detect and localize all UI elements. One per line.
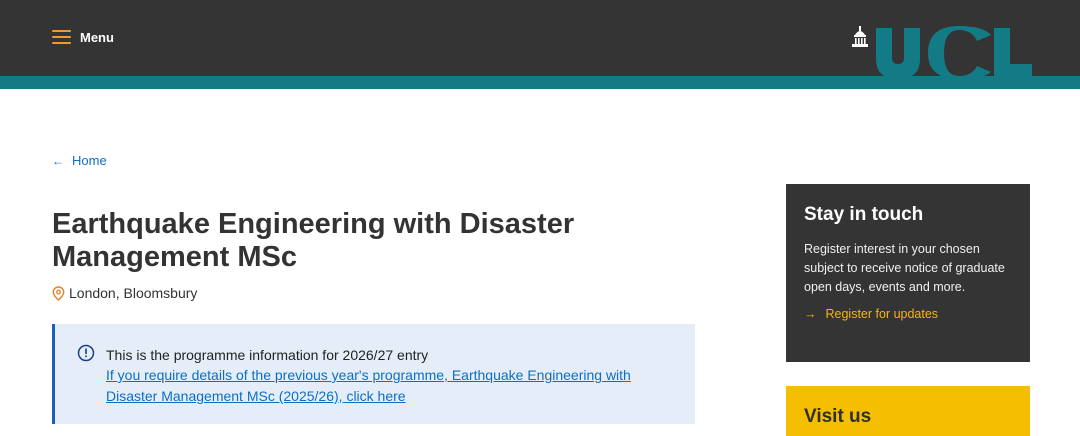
ucl-logo[interactable] <box>850 24 1032 79</box>
previous-year-link[interactable]: If you require details of the previous y… <box>106 365 666 407</box>
page-title: Earthquake Engineering with Disaster Man… <box>52 208 575 273</box>
notice-text: This is the programme information for 20… <box>106 347 429 363</box>
menu-button[interactable]: Menu <box>52 28 114 46</box>
header-accent-stripe <box>0 76 1080 89</box>
register-for-updates-link[interactable]: → Register for updates <box>804 307 1012 321</box>
stay-in-touch-title: Stay in touch <box>804 204 924 225</box>
arrow-left-icon: ← <box>52 153 64 168</box>
visit-us-title: Visit us <box>804 406 872 427</box>
stay-in-touch-body: Register interest in your chosen subject… <box>804 242 1005 294</box>
map-pin-icon <box>52 285 65 301</box>
portico-icon <box>852 26 868 47</box>
logo-letter-u <box>876 28 920 79</box>
location-text: London, Bloomsbury <box>69 285 198 301</box>
arrow-right-icon: → <box>804 307 817 321</box>
register-link-label: Register for updates <box>825 307 939 321</box>
stay-in-touch-card: Stay in touch Register interest in your … <box>786 184 1030 362</box>
site-header: Menu <box>0 0 1080 79</box>
hamburger-icon <box>52 30 71 44</box>
location: London, Bloomsbury <box>52 285 197 301</box>
logo-letter-l <box>994 28 1032 79</box>
info-circle-icon <box>77 344 95 362</box>
menu-label: Menu <box>80 29 114 45</box>
breadcrumb-home-link[interactable]: ← Home <box>52 153 107 168</box>
breadcrumb-label: Home <box>72 153 107 168</box>
logo-letter-c <box>928 26 991 79</box>
visit-us-card[interactable]: Visit us <box>786 386 1030 436</box>
programme-notice: This is the programme information for 20… <box>52 324 695 424</box>
